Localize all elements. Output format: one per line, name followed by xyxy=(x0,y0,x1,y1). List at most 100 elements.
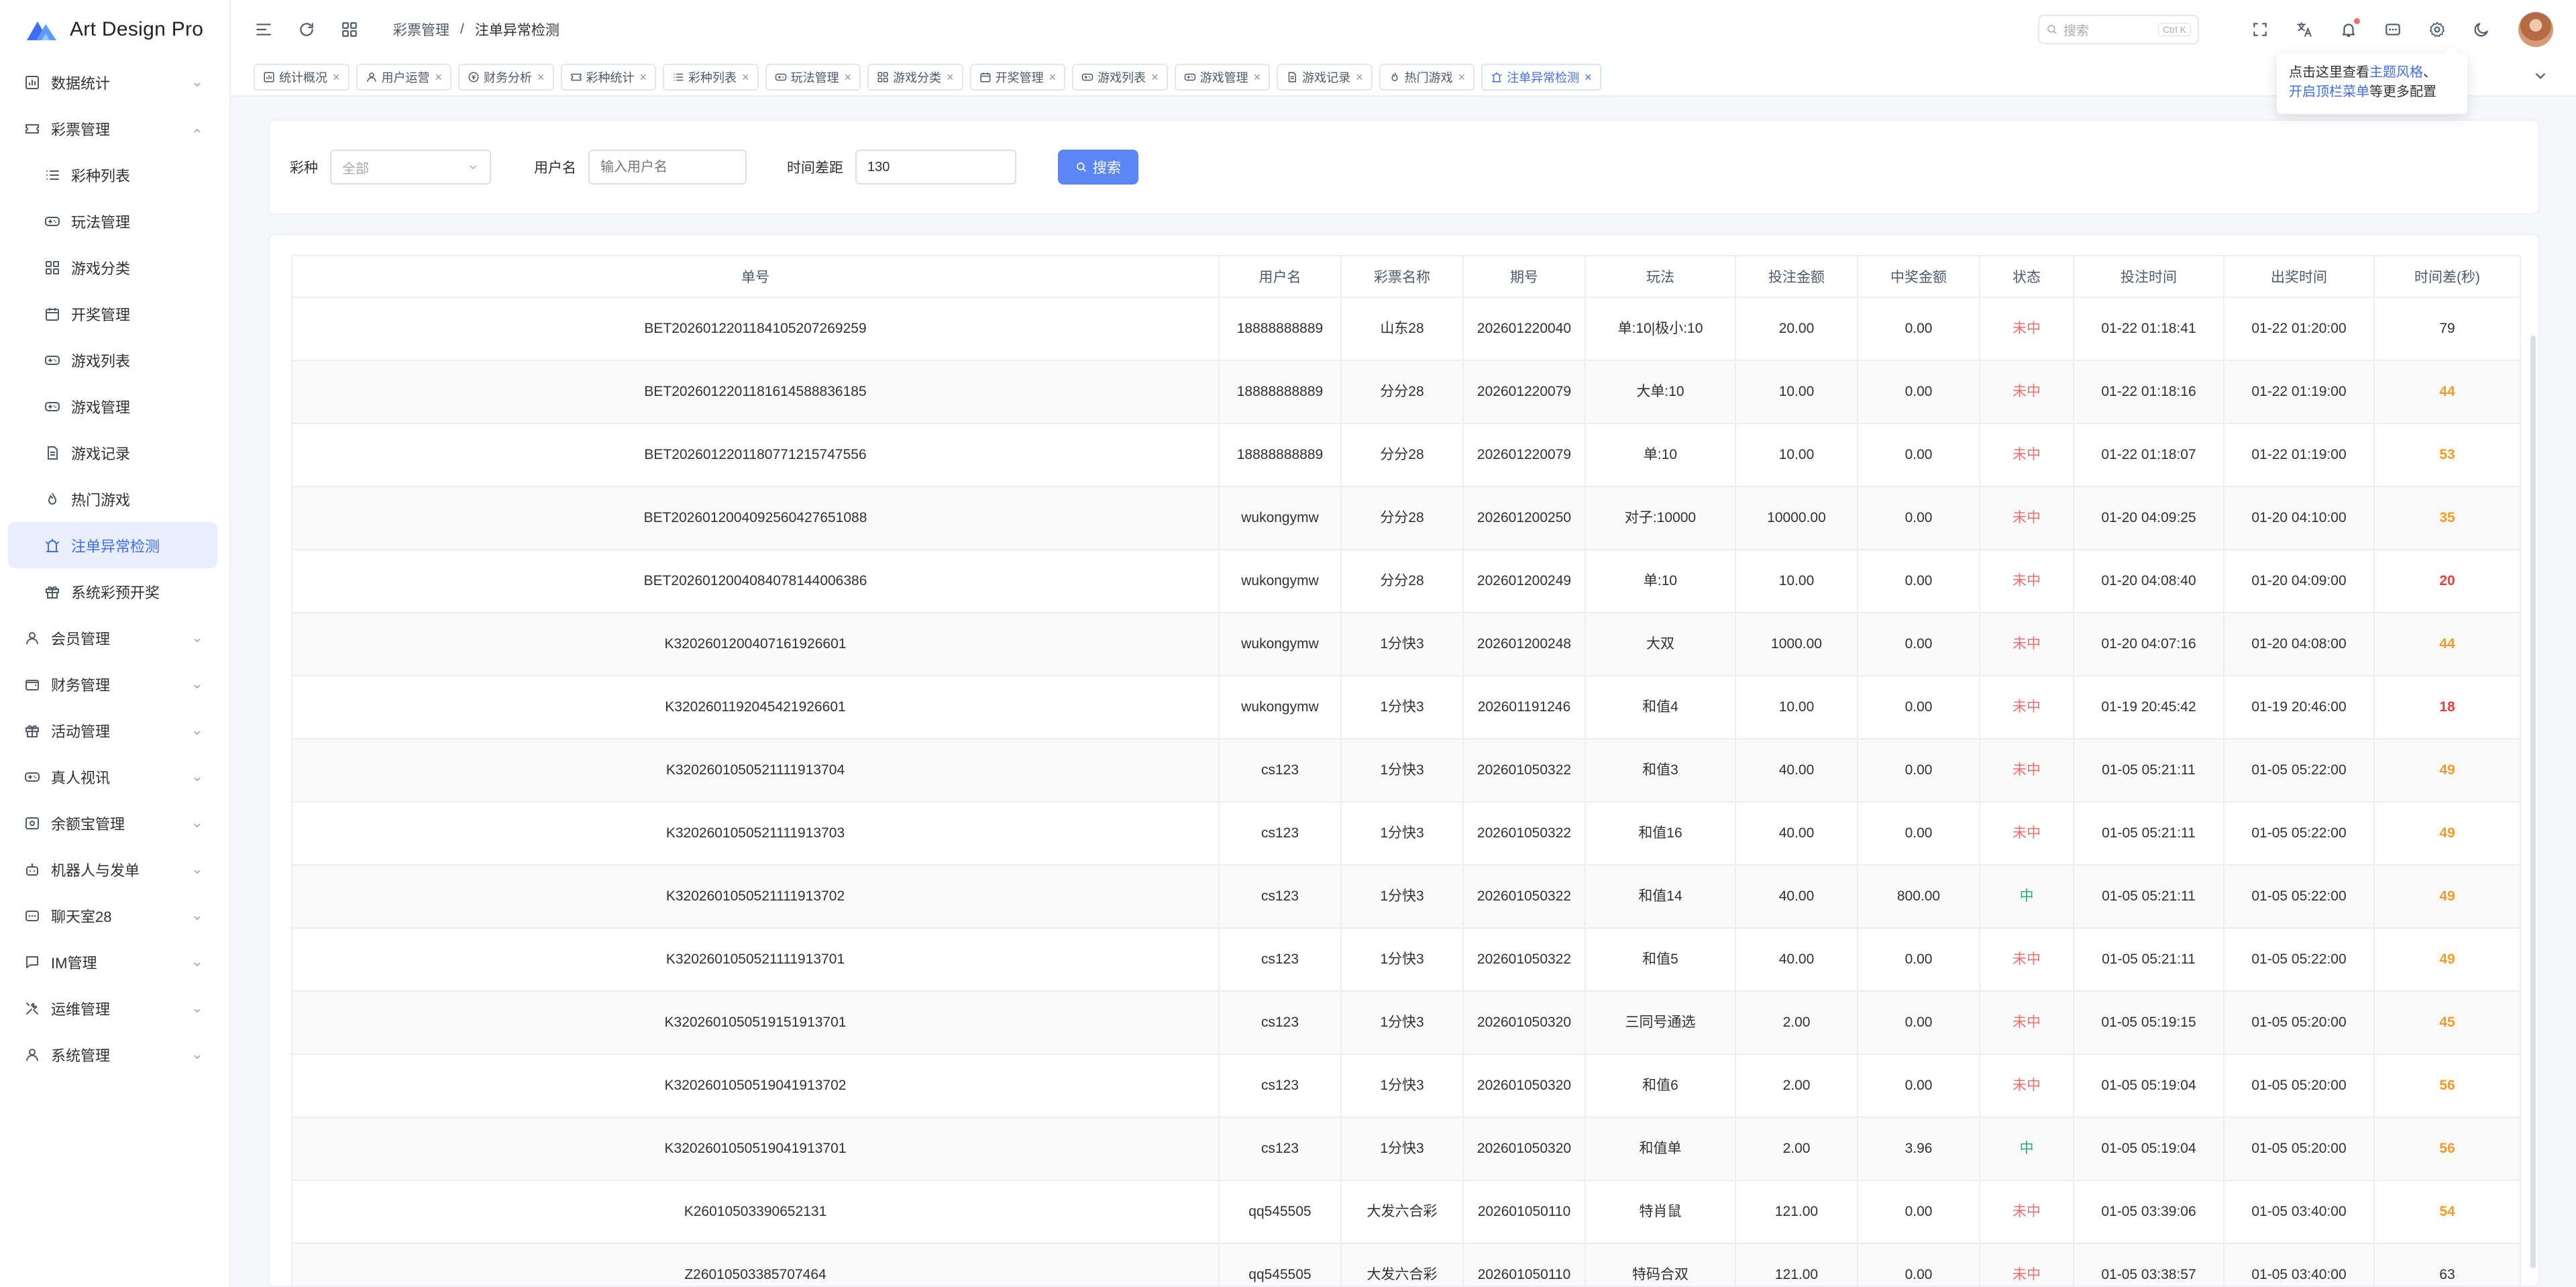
table-row[interactable]: K3202601050521111913701 cs123 1分快3 20260105… xyxy=(291,927,2521,992)
table-cell: 202601050110 xyxy=(1462,1243,1586,1286)
theme-style-link[interactable]: 主题风格 xyxy=(2369,65,2423,80)
table-cell: 79 xyxy=(2373,297,2521,361)
sidebar-subitem-1[interactable]: 玩法管理 xyxy=(0,198,229,244)
close-icon[interactable]: × xyxy=(1585,70,1592,85)
apps-grid-icon[interactable] xyxy=(339,19,360,40)
tab-0[interactable]: 统计概况 × xyxy=(254,64,350,91)
sidebar-item-5[interactable]: 真人视讯 xyxy=(0,754,229,800)
tabs-dropdown-chevron-icon[interactable] xyxy=(2532,67,2549,85)
timediff-input[interactable] xyxy=(855,150,1016,185)
table-row[interactable]: BET2026012201181614588836185 18888888889 分… xyxy=(291,360,2521,424)
sidebar-item-0[interactable]: 数据统计 xyxy=(0,59,229,105)
tab-label: 彩种列表 xyxy=(688,71,737,85)
close-icon[interactable]: × xyxy=(333,70,340,85)
sidebar-item-1[interactable]: 彩票管理 xyxy=(0,105,229,152)
table-row[interactable]: Z26010503385707464 qq545505 大发六合彩 202601050… xyxy=(291,1243,2521,1286)
refresh-icon[interactable] xyxy=(297,19,317,40)
lottery-select[interactable]: 全部 xyxy=(330,150,491,185)
close-icon[interactable]: × xyxy=(947,70,954,85)
close-icon[interactable]: × xyxy=(1049,70,1057,85)
menu-toggle-icon[interactable] xyxy=(254,19,274,40)
sidebar-item-4[interactable]: 活动管理 xyxy=(0,707,229,754)
search-button[interactable]: 搜索 xyxy=(1058,150,1138,185)
table-cell: 0.00 xyxy=(1857,1180,1980,1244)
table-row[interactable]: BET2026012004092560427651088 wukongymw 分分2… xyxy=(291,486,2521,550)
table-row[interactable]: K3202601192045421926601 wukongymw 1分快3 2026… xyxy=(291,675,2521,739)
tab-8[interactable]: 游戏列表 × xyxy=(1072,64,1168,91)
sidebar-item-7[interactable]: 机器人与发单 xyxy=(0,846,229,892)
sidebar-subitem-5[interactable]: 游戏管理 xyxy=(0,383,229,429)
table-row[interactable]: BET2026012201180771215747556 18888888889 分… xyxy=(291,423,2521,487)
gamepad-icon xyxy=(43,397,62,416)
tab-9[interactable]: 游戏管理 × xyxy=(1174,64,1271,91)
column-header: 出奖时间 xyxy=(2223,255,2375,298)
close-icon[interactable]: × xyxy=(742,70,749,85)
sidebar-subitem-2[interactable]: 游戏分类 xyxy=(0,244,229,291)
table-row[interactable]: K3202601050519041913702 cs123 1分快3 20260105… xyxy=(291,1053,2521,1118)
close-icon[interactable]: × xyxy=(1254,70,1261,85)
table-cell: 1分快3 xyxy=(1340,927,1464,992)
sidebar-subitem-7[interactable]: 热门游戏 xyxy=(0,476,229,522)
fullscreen-icon[interactable] xyxy=(2250,19,2270,40)
document-icon xyxy=(43,444,62,462)
translate-icon[interactable] xyxy=(2294,19,2314,40)
table-row[interactable]: BET2026012004084078144006386 wukongymw 分分2… xyxy=(291,549,2521,613)
table-row[interactable]: K3202601050521111913702 cs123 1分快3 20260105… xyxy=(291,864,2521,929)
table-row[interactable]: BET2026012201184105207269259 18888888889 山… xyxy=(291,297,2521,361)
tab-3[interactable]: 彩种统计 × xyxy=(560,64,657,91)
table-row[interactable]: K3202601050521111913704 cs123 1分快3 20260105… xyxy=(291,738,2521,803)
sidebar-subitem-3[interactable]: 开奖管理 xyxy=(0,291,229,337)
lottery-label: 彩种 xyxy=(290,160,318,176)
tab-2[interactable]: 财务分析 × xyxy=(458,64,554,91)
table-row[interactable]: K26010503390652131 qq545505 大发六合彩 202601050… xyxy=(291,1180,2521,1244)
close-icon[interactable]: × xyxy=(640,70,647,85)
tab-10[interactable]: 游戏记录 × xyxy=(1277,64,1373,91)
tab-12[interactable]: 注单异常检测 × xyxy=(1481,64,1601,91)
table-cell: 202601191246 xyxy=(1462,675,1586,739)
close-icon[interactable]: × xyxy=(845,70,852,85)
dark-mode-moon-icon[interactable] xyxy=(2471,19,2491,40)
user-avatar[interactable] xyxy=(2518,12,2553,47)
column-header: 期号 xyxy=(1462,255,1586,298)
tab-5[interactable]: 玩法管理 × xyxy=(765,64,861,91)
tab-7[interactable]: 开奖管理 × xyxy=(969,64,1066,91)
table-row[interactable]: K3202601050521111913703 cs123 1分快3 20260105… xyxy=(291,801,2521,866)
table-row[interactable]: K3202601050519041913701 cs123 1分快3 20260105… xyxy=(291,1117,2521,1181)
sidebar-subitem-0[interactable]: 彩种列表 xyxy=(0,152,229,198)
settings-gear-icon[interactable] xyxy=(2427,19,2447,40)
chat-icon[interactable] xyxy=(2383,19,2403,40)
sidebar-item-8[interactable]: 聊天室28 xyxy=(0,892,229,939)
tab-11[interactable]: 热门游戏 × xyxy=(1379,64,1475,91)
sidebar-item-2[interactable]: 会员管理 xyxy=(0,615,229,661)
global-search[interactable]: 搜索 Ctrl K xyxy=(2038,15,2199,44)
sidebar-item-3[interactable]: 财务管理 xyxy=(0,661,229,707)
table-cell: 18888888889 xyxy=(1218,297,1342,361)
table-cell: 01-22 01:20:00 xyxy=(2223,297,2375,361)
sidebar-item-9[interactable]: IM管理 xyxy=(0,939,229,985)
tab-6[interactable]: 游戏分类 × xyxy=(867,64,963,91)
close-icon[interactable]: × xyxy=(1458,70,1466,85)
close-icon[interactable]: × xyxy=(537,70,545,85)
table-cell: 未中 xyxy=(1979,1243,2074,1286)
breadcrumb-parent[interactable]: 彩票管理 xyxy=(393,19,449,40)
tab-4[interactable]: 彩种列表 × xyxy=(663,64,759,91)
logo[interactable]: Art Design Pro xyxy=(0,0,229,59)
sidebar-subitem-4[interactable]: 游戏列表 xyxy=(0,337,229,383)
username-input[interactable] xyxy=(588,150,747,185)
sidebar-subitem-6[interactable]: 游戏记录 xyxy=(0,429,229,476)
top-menu-link[interactable]: 开启顶栏菜单 xyxy=(2289,85,2369,99)
notification-bell-icon[interactable] xyxy=(2339,18,2360,40)
close-icon[interactable]: × xyxy=(435,70,443,85)
sidebar-item-11[interactable]: 系统管理 xyxy=(0,1031,229,1078)
vertical-scrollbar[interactable] xyxy=(2530,336,2536,1268)
user-icon xyxy=(23,1045,42,1064)
sidebar-subitem-8[interactable]: 注单异常检测 xyxy=(8,522,217,568)
sidebar-item-6[interactable]: 余额宝管理 xyxy=(0,800,229,846)
sidebar-subitem-9[interactable]: 系统彩预开奖 xyxy=(0,568,229,615)
close-icon[interactable]: × xyxy=(1151,70,1159,85)
sidebar-item-10[interactable]: 运维管理 xyxy=(0,985,229,1031)
close-icon[interactable]: × xyxy=(1356,70,1363,85)
tab-1[interactable]: 用户运营 × xyxy=(356,64,452,91)
table-row[interactable]: K3202601050519151913701 cs123 1分快3 20260105… xyxy=(291,990,2521,1055)
table-row[interactable]: K320260120040716192660​1 wukongymw 1分快3 202… xyxy=(291,612,2521,676)
